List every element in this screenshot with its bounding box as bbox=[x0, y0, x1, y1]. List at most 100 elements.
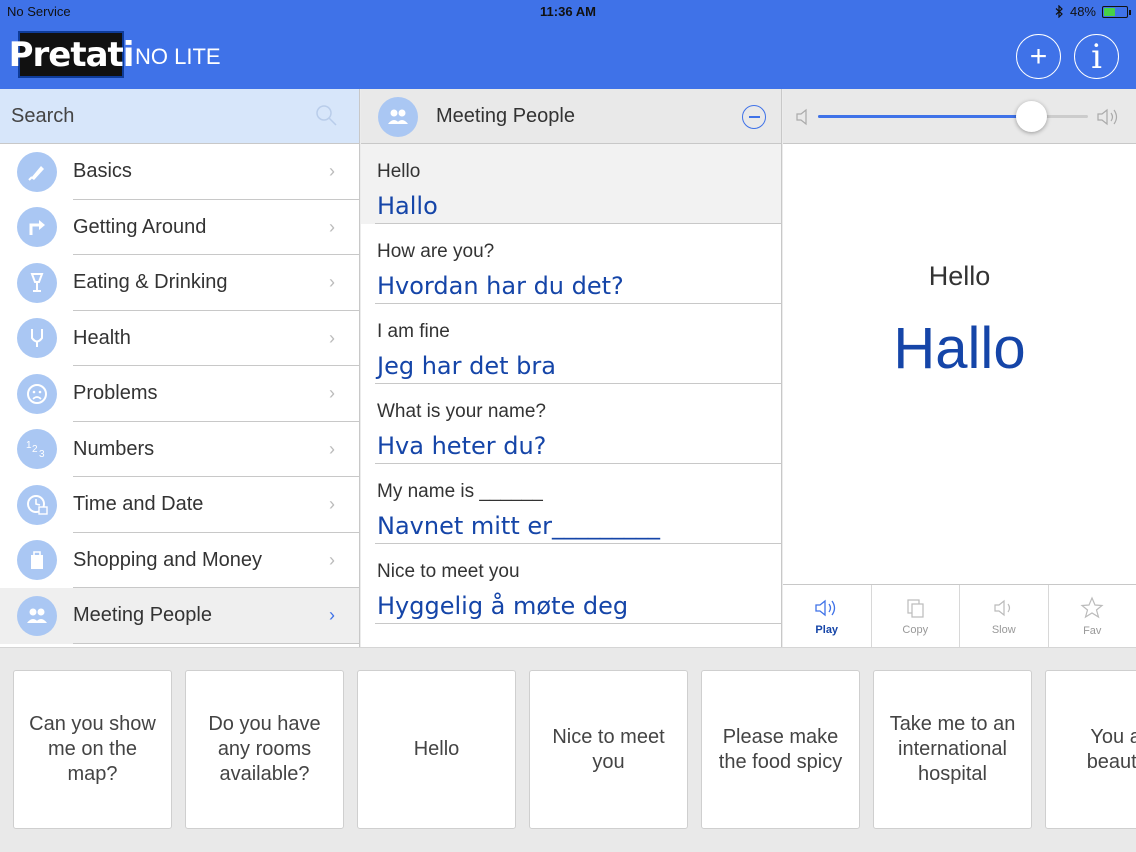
quick-phrase-card[interactable]: You are beautiful bbox=[1045, 670, 1136, 829]
sad-face-icon bbox=[17, 373, 57, 414]
quick-phrase-card[interactable]: Can you show me on the map? bbox=[13, 670, 172, 829]
action-bar: Play Copy Slow Fav bbox=[783, 584, 1136, 647]
volume-slider-fill bbox=[818, 115, 1032, 118]
bluetooth-icon bbox=[1055, 5, 1063, 18]
quick-phrase-card[interactable]: Hello bbox=[357, 670, 516, 829]
play-button[interactable]: Play bbox=[783, 585, 872, 647]
status-right: 48% bbox=[1055, 4, 1131, 19]
star-icon bbox=[1080, 595, 1104, 618]
phrase-list-header: Meeting People bbox=[361, 89, 781, 144]
info-icon: i bbox=[1091, 36, 1102, 77]
volume-slider-knob[interactable] bbox=[1015, 101, 1047, 132]
chevron-right-icon: › bbox=[329, 327, 335, 348]
sidebar-item-label: Problems bbox=[73, 382, 158, 405]
search-bar[interactable]: Search bbox=[0, 89, 359, 144]
detail-english: Hello bbox=[928, 261, 991, 291]
plus-icon: + bbox=[1029, 39, 1048, 73]
volume-bar bbox=[783, 89, 1136, 144]
phrase-translation: Navnet mitt er_________ bbox=[377, 512, 661, 540]
clock-icon bbox=[17, 484, 57, 525]
app-subtitle: NO LITE bbox=[135, 44, 221, 69]
sidebar-item-meeting-people[interactable]: Meeting People › bbox=[0, 588, 359, 644]
turn-arrow-icon bbox=[17, 207, 57, 248]
sidebar-item-shopping-money[interactable]: Shopping and Money › bbox=[0, 533, 359, 588]
phrase-item[interactable]: My name is ______ Navnet mitt er________… bbox=[361, 464, 781, 544]
phrase-item[interactable]: I am fine Jeg har det bra bbox=[361, 304, 781, 384]
phrase-translation: Hyggelig å møte deg bbox=[377, 592, 629, 620]
chevron-right-icon: › bbox=[329, 272, 335, 293]
add-button[interactable]: + bbox=[1016, 34, 1061, 79]
quick-phrase-card[interactable]: Please make the food spicy bbox=[701, 670, 860, 829]
copy-button[interactable]: Copy bbox=[872, 585, 960, 647]
sidebar-item-numbers[interactable]: 123 Numbers › bbox=[0, 422, 359, 477]
stethoscope-icon bbox=[17, 318, 57, 359]
phrase-detail: Hello Hallo Play Copy Slow Fav bbox=[783, 89, 1136, 647]
sidebar-item-label: Basics bbox=[73, 160, 132, 183]
shopping-bag-icon bbox=[17, 540, 57, 581]
sidebar-item-eating-drinking[interactable]: Eating & Drinking › bbox=[0, 255, 359, 311]
chevron-right-icon: › bbox=[329, 161, 335, 182]
phrase-english: Nice to meet you bbox=[377, 561, 520, 582]
collapse-button[interactable] bbox=[742, 105, 766, 129]
sidebar-item-label: Time and Date bbox=[73, 493, 204, 516]
search-icon[interactable] bbox=[315, 104, 337, 126]
sidebar-item-health[interactable]: Health › bbox=[0, 311, 359, 366]
phrase-translation: Hvordan har du det? bbox=[377, 272, 624, 300]
people-icon bbox=[17, 595, 57, 636]
chevron-right-icon: › bbox=[329, 438, 335, 459]
quick-phrase-card[interactable]: Take me to an international hospital bbox=[873, 670, 1032, 829]
sidebar-item-label: Eating & Drinking bbox=[73, 271, 228, 294]
app-header: No Service 11:36 AM 48% Pretati NO LITE … bbox=[0, 0, 1136, 89]
sidebar-item-problems[interactable]: Problems › bbox=[0, 366, 359, 422]
sidebar-item-label: Meeting People bbox=[73, 604, 212, 627]
detail-translation: Hallo bbox=[893, 316, 1026, 381]
category-title: Meeting People bbox=[436, 105, 575, 127]
svg-text:2: 2 bbox=[32, 444, 38, 455]
search-input[interactable]: Search bbox=[11, 105, 74, 128]
info-button[interactable]: i bbox=[1074, 34, 1119, 79]
phrase-english: My name is ______ bbox=[377, 481, 543, 502]
phrase-list: Meeting People Hello Hallo How are you? … bbox=[361, 89, 782, 647]
people-icon bbox=[378, 97, 418, 137]
sidebar-item-getting-around[interactable]: Getting Around › bbox=[0, 200, 359, 255]
chevron-right-icon: › bbox=[329, 549, 335, 570]
phrase-english: Hello bbox=[377, 161, 421, 182]
play-label: Play bbox=[815, 623, 839, 636]
favorite-button[interactable]: Fav bbox=[1049, 585, 1136, 647]
phrase-translation: Hallo bbox=[377, 192, 438, 220]
phrase-item[interactable]: What is your name? Hva heter du? bbox=[361, 384, 781, 464]
chevron-right-icon: › bbox=[329, 216, 335, 237]
battery-icon bbox=[1102, 5, 1131, 18]
slow-button[interactable]: Slow bbox=[960, 585, 1049, 647]
battery-percent: 48% bbox=[1069, 4, 1096, 19]
sidebar-item-label: Getting Around bbox=[73, 215, 207, 238]
volume-high-icon bbox=[1097, 108, 1118, 126]
numbers-icon: 123 bbox=[17, 429, 57, 470]
brush-icon bbox=[17, 151, 57, 192]
copy-icon bbox=[907, 598, 924, 618]
phrase-english: How are you? bbox=[377, 241, 495, 262]
sidebar-item-time-date[interactable]: Time and Date › bbox=[0, 477, 359, 533]
quick-phrase-card[interactable]: Do you have any rooms available? bbox=[185, 670, 344, 829]
phrase-item[interactable]: Nice to meet you Hyggelig å møte deg bbox=[361, 544, 781, 624]
phrase-translation: Hva heter du? bbox=[377, 432, 547, 460]
sidebar-item-label: Numbers bbox=[73, 437, 155, 460]
chevron-right-icon: › bbox=[329, 605, 335, 626]
status-time: 11:36 AM bbox=[540, 4, 596, 19]
svg-text:3: 3 bbox=[39, 449, 45, 460]
chevron-right-icon: › bbox=[329, 383, 335, 404]
speaker-icon bbox=[815, 599, 835, 616]
copy-label: Copy bbox=[902, 623, 929, 636]
category-sidebar: Search Basics › Getting Around › Eating … bbox=[0, 89, 360, 647]
phrase-item[interactable]: How are you? Hvordan har du det? bbox=[361, 224, 781, 304]
chevron-right-icon: › bbox=[329, 494, 335, 515]
sidebar-item-label: Health bbox=[73, 326, 131, 349]
phrase-translation: Jeg har det bra bbox=[377, 352, 556, 380]
fav-label: Fav bbox=[1083, 624, 1102, 637]
sidebar-item-basics[interactable]: Basics › bbox=[0, 144, 359, 200]
quick-phrase-cards: Can you show me on the map? Do you have … bbox=[0, 647, 1136, 852]
phrase-item[interactable]: Hello Hallo bbox=[361, 144, 781, 224]
quick-phrase-card[interactable]: Nice to meet you bbox=[529, 670, 688, 829]
volume-slider[interactable] bbox=[818, 101, 1088, 132]
phrase-english: What is your name? bbox=[377, 401, 546, 422]
